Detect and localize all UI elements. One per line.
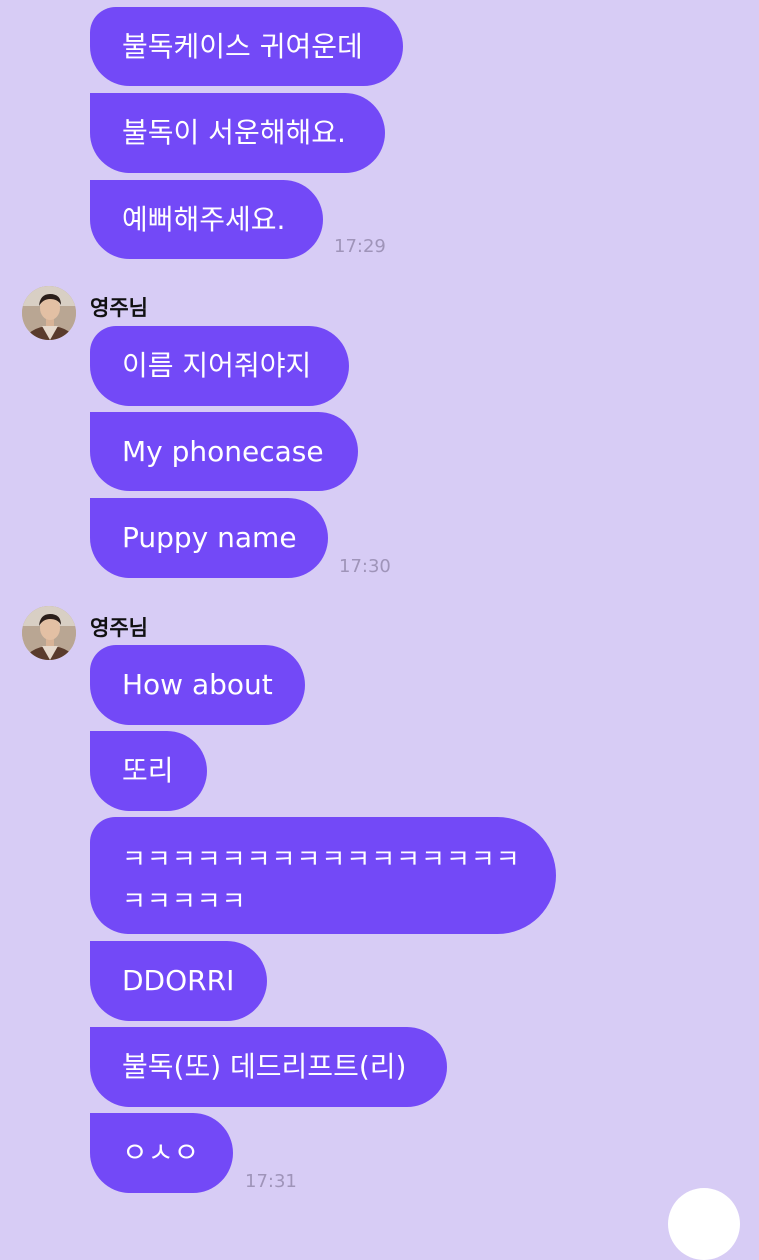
profile-photo-icon bbox=[22, 286, 76, 340]
message-text: How about bbox=[122, 668, 273, 701]
message-timestamp: 17:31 bbox=[245, 1171, 297, 1192]
message-bubble[interactable]: Puppy name bbox=[90, 498, 328, 578]
message-bubble[interactable]: How about bbox=[90, 645, 305, 725]
message-bubble[interactable]: ㅋㅋㅋㅋㅋㅋㅋㅋㅋㅋㅋㅋㅋㅋㅋㅋㅋㅋㅋㅋㅋ bbox=[90, 817, 556, 934]
message-bubble[interactable]: 불독이 서운해해요. bbox=[90, 93, 385, 173]
message-text: 불독이 서운해해요. bbox=[122, 116, 346, 149]
message-text: DDORRI bbox=[122, 964, 235, 997]
message-text: My phonecase bbox=[122, 434, 324, 468]
sender-avatar[interactable] bbox=[22, 286, 76, 340]
message-bubble[interactable]: 이름 지어줘야지 bbox=[90, 326, 349, 406]
message-text: 또리 bbox=[122, 754, 174, 787]
message-bubble[interactable]: ㅇㅅㅇ bbox=[90, 1113, 233, 1193]
message-text: Puppy name bbox=[122, 521, 297, 554]
sender-avatar[interactable] bbox=[22, 606, 76, 660]
profile-photo-icon bbox=[22, 606, 76, 660]
message-bubble[interactable]: My phonecase bbox=[90, 412, 358, 491]
message-bubble[interactable]: DDORRI bbox=[90, 941, 267, 1021]
message-text: 이름 지어줘야지 bbox=[122, 349, 312, 382]
message-timestamp: 17:30 bbox=[339, 556, 391, 577]
message-text: 불독(또) 데드리프트(리) bbox=[122, 1050, 407, 1083]
message-bubble[interactable]: 불독(또) 데드리프트(리) bbox=[90, 1027, 447, 1107]
message-bubble[interactable]: 또리 bbox=[90, 731, 207, 811]
message-bubble[interactable]: 예뻐해주세요. bbox=[90, 180, 323, 259]
sender-name: 영주님 bbox=[90, 296, 148, 320]
sender-name: 영주님 bbox=[90, 616, 148, 640]
message-text: 불독케이스 귀여운데 bbox=[122, 29, 363, 63]
message-text: 예뻐해주세요. bbox=[122, 202, 286, 236]
message-bubble[interactable]: 불독케이스 귀여운데 bbox=[90, 7, 403, 86]
scroll-to-bottom-button[interactable] bbox=[668, 1188, 740, 1260]
message-text: ㅇㅅㅇ bbox=[122, 1136, 200, 1169]
message-timestamp: 17:29 bbox=[334, 236, 386, 257]
message-text: ㅋㅋㅋㅋㅋㅋㅋㅋㅋㅋㅋㅋㅋㅋㅋㅋㅋㅋㅋㅋㅋ bbox=[122, 845, 521, 917]
